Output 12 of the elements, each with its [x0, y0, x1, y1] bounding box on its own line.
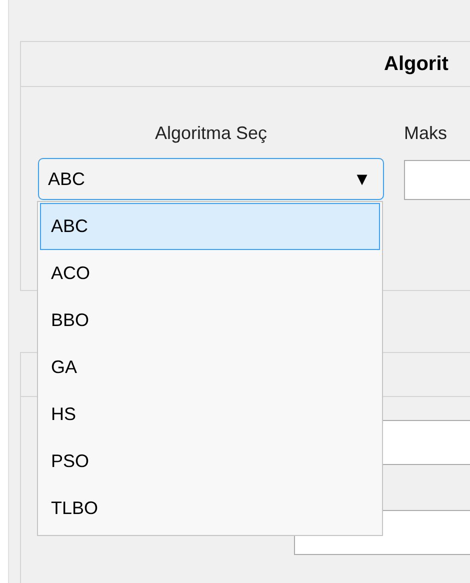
dropdown-option[interactable]: ACO	[40, 250, 380, 297]
input-field[interactable]	[404, 160, 470, 200]
dropdown-option[interactable]: TLBO	[40, 485, 380, 532]
dropdown-option[interactable]: GA	[40, 344, 380, 391]
algorithm-dropdown[interactable]: ABC ▼	[38, 158, 384, 200]
field-label: Algoritma Seç	[154, 123, 268, 144]
dropdown-option[interactable]: PSO	[40, 438, 380, 485]
dropdown-option[interactable]: BBO	[40, 297, 380, 344]
dropdown-option[interactable]: ABC	[40, 203, 380, 250]
dropdown-option[interactable]: HS	[40, 391, 380, 438]
panel-title: Algorit	[384, 52, 448, 76]
field-label: Maks	[404, 123, 448, 144]
